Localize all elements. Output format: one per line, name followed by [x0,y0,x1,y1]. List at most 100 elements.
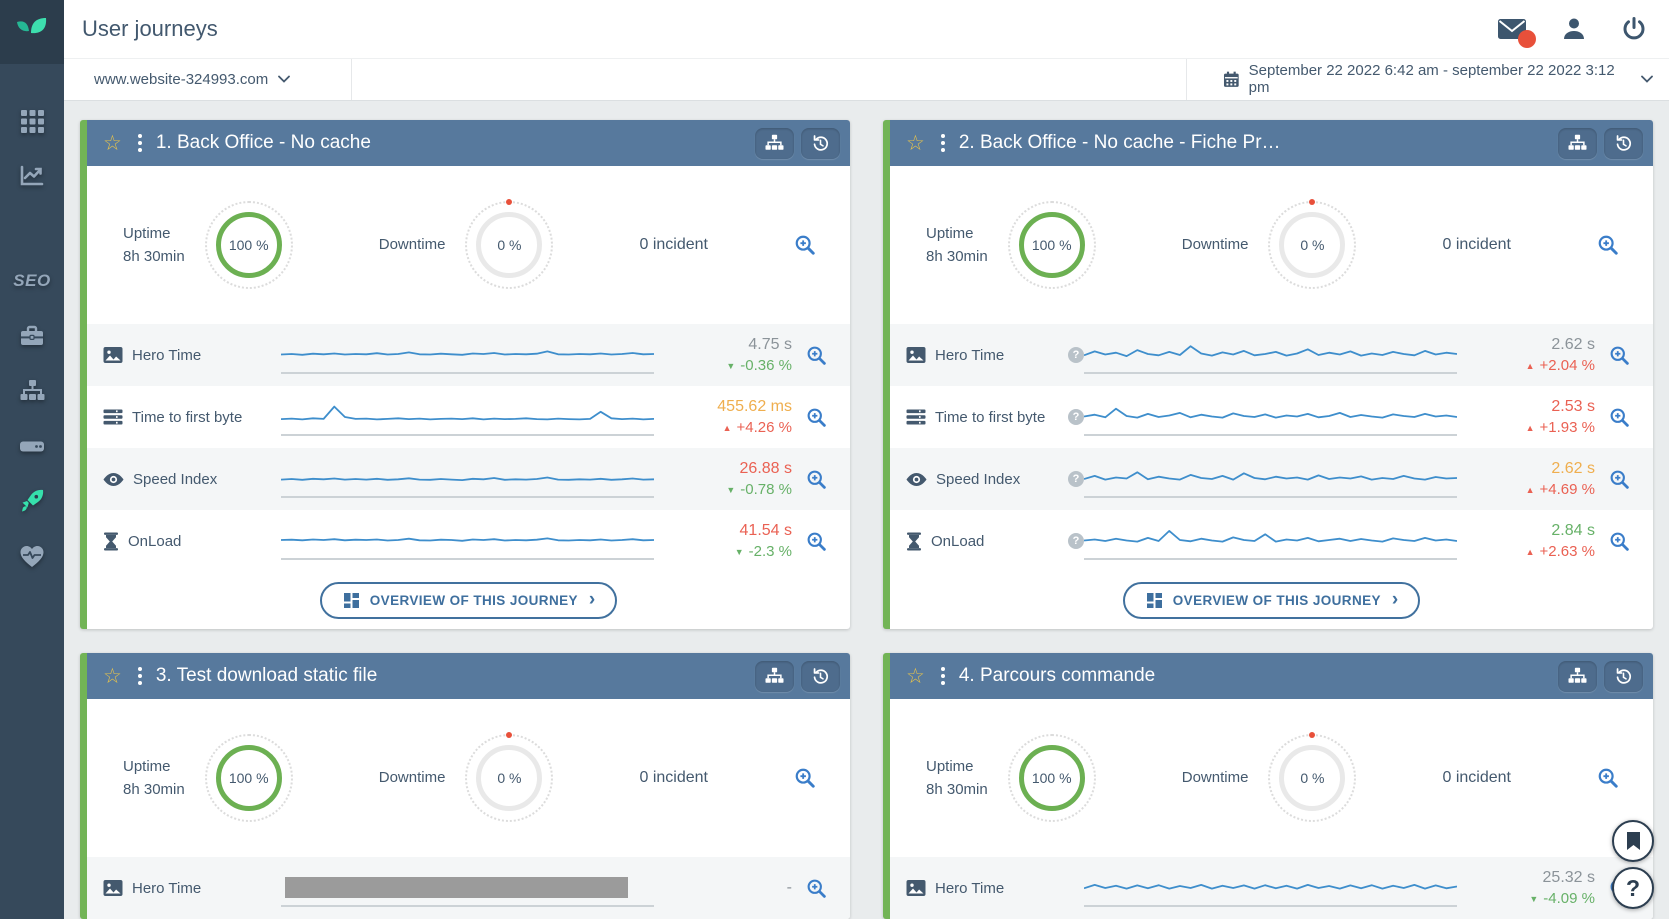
journey-card-2: ☆ 2. Back Office - No cache - Fiche Pr… … [883,120,1653,629]
zoom-metric-button[interactable] [792,878,840,899]
downtime-gauge: 0 % [465,201,553,289]
downtime-value: 0 % [1300,770,1324,786]
journey-card-4: ☆ 4. Parcours commande Uptime 8h 30mi [883,653,1653,919]
uptime-value: 100 % [229,770,269,786]
date-range-selector[interactable]: September 22 2022 6:42 am - september 22… [1187,59,1669,100]
zoom-metric-button[interactable] [792,345,840,366]
magnifier-plus-icon [806,469,827,490]
onload-sparkline [1084,522,1457,560]
sidebar-item-seo[interactable]: SEO [14,268,50,294]
zoom-metric-button[interactable] [1595,345,1643,366]
kebab-menu-icon[interactable] [138,134,142,152]
kebab-menu-icon[interactable] [138,667,142,685]
metric-row-speed-index: Speed Index 26.88 s ▼-0.78 % [87,448,850,510]
metric-value: 455.62 ms [717,398,792,416]
sidebar-item-servers[interactable] [14,433,50,459]
magnifier-plus-icon [1609,345,1630,366]
metric-row-hero-time: Hero Time ? 2.62 s ▲+2.04 % [890,324,1653,386]
downtime-gauge: 0 % [1268,201,1356,289]
downtime-gauge-group: Downtime 0 % [1182,734,1357,822]
magnifier-plus-icon [1609,531,1630,552]
magnifier-plus-icon [806,531,827,552]
zoom-metric-button[interactable] [792,407,840,428]
sitemap-icon [1568,667,1587,685]
sidebar-item-dashboard[interactable] [14,108,50,134]
uptime-gauge-group: Uptime 8h 30min 100 % [926,734,1096,822]
help-icon[interactable]: ? [1068,533,1084,549]
zoom-availability-button[interactable] [794,767,816,789]
overview-journey-label: OVERVIEW OF THIS JOURNEY [370,593,578,608]
scenario-steps-button[interactable] [755,661,794,692]
sidebar-item-journeys[interactable] [14,378,50,404]
uptime-duration: 8h 30min [926,778,988,801]
kebab-menu-icon[interactable] [941,134,945,152]
scenario-steps-button[interactable] [1558,128,1597,159]
favorite-star-icon[interactable]: ☆ [906,666,925,687]
incident-count: 0 incident [1442,236,1511,254]
zoom-metric-button[interactable] [792,531,840,552]
journey-title: 3. Test download static file [156,665,377,687]
history-icon [811,134,830,153]
uptime-value: 100 % [1032,770,1072,786]
delta-arrow-icon: ▲ [1526,547,1535,557]
kebab-menu-icon[interactable] [941,667,945,685]
favorite-star-icon[interactable]: ☆ [103,133,122,154]
history-button[interactable] [801,128,840,159]
overview-journey-label: OVERVIEW OF THIS JOURNEY [1173,593,1381,608]
zoom-availability-button[interactable] [794,234,816,256]
history-button[interactable] [1604,661,1643,692]
logout-button[interactable] [1621,16,1647,42]
help-icon[interactable]: ? [1068,471,1084,487]
sidebar-item-analytics[interactable] [14,163,50,189]
zoom-metric-button[interactable] [1595,407,1643,428]
help-icon[interactable]: ? [1068,409,1084,425]
history-button[interactable] [801,661,840,692]
scenario-steps-button[interactable] [755,128,794,159]
overview-journey-button[interactable]: OVERVIEW OF THIS JOURNEY › [320,582,617,619]
uptime-value: 100 % [229,237,269,253]
help-button[interactable]: ? [1612,867,1654,909]
sidebar-item-toolbox[interactable] [14,323,50,349]
sidebar-item-user-journeys-active[interactable] [14,488,50,514]
zoom-availability-button[interactable] [1597,767,1619,789]
downtime-gauge-group: Downtime 0 % [379,201,554,289]
metric-row-hero-time: Hero Time 4.75 s ▼-0.36 % [87,324,850,386]
sidebar-item-health[interactable] [14,543,50,569]
favorite-star-icon[interactable]: ☆ [906,133,925,154]
metric-label: Speed Index [133,471,281,488]
help-icon[interactable]: ? [1068,347,1084,363]
zoom-availability-button[interactable] [1597,234,1619,256]
sitemap-icon [765,134,784,152]
scenario-steps-button[interactable] [1558,661,1597,692]
account-button[interactable] [1561,16,1587,42]
seo-label: SEO [13,271,50,291]
history-icon [1614,667,1633,686]
metric-value: 2.84 s [1551,522,1595,540]
zoom-metric-button[interactable] [792,469,840,490]
calendar-icon [1223,71,1240,88]
bookmark-button[interactable] [1612,820,1654,862]
uptime-value: 100 % [1032,237,1072,253]
magnifier-plus-icon [806,407,827,428]
app-logo[interactable] [0,0,64,64]
ttfb-sparkline [281,398,654,436]
eye-icon [103,472,124,487]
journey-card-2-header: ☆ 2. Back Office - No cache - Fiche Pr… [890,120,1653,166]
messages-button[interactable] [1497,17,1527,41]
metric-delta: +1.93 % [1540,419,1595,436]
sidebar: SEO [0,0,64,919]
metric-delta: -4.09 % [1543,890,1595,907]
history-button[interactable] [1604,128,1643,159]
zoom-metric-button[interactable] [1595,531,1643,552]
delta-arrow-icon: ▲ [1526,485,1535,495]
delta-arrow-icon: ▲ [1526,423,1535,433]
zoom-metric-button[interactable] [1595,469,1643,490]
overview-journey-button[interactable]: OVERVIEW OF THIS JOURNEY › [1123,582,1420,619]
leaf-logo-icon [15,17,49,47]
site-selector[interactable]: www.website-324993.com [64,59,352,100]
metric-delta: +4.69 % [1540,481,1595,498]
delta-arrow-icon: ▲ [723,423,732,433]
journey-title: 4. Parcours commande [959,665,1155,687]
uptime-gauge: 100 % [205,201,293,289]
favorite-star-icon[interactable]: ☆ [103,666,122,687]
